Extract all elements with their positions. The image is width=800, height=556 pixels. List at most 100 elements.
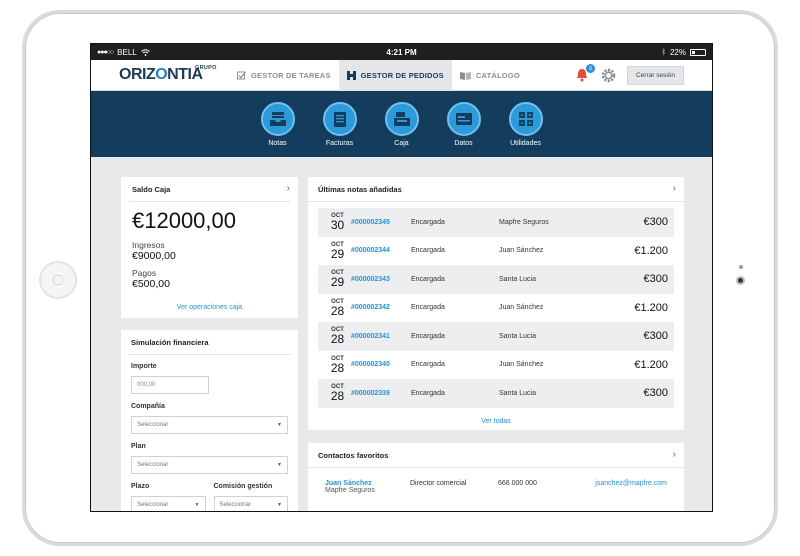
contact-name-block: Juan Sánchez Mapfre Seguros bbox=[325, 480, 410, 494]
nota-client: Mapfre Seguros bbox=[499, 218, 549, 226]
nota-row[interactable]: OCT 29 #000002344 Encargada Juan Sánchez … bbox=[318, 237, 674, 266]
toolbar-facturas[interactable]: Facturas bbox=[321, 102, 359, 157]
tab-catalogo[interactable]: CATÁLOGO bbox=[452, 60, 528, 91]
select-value: Seleccionar bbox=[137, 462, 169, 468]
nota-id-link[interactable]: #000002341 bbox=[351, 333, 411, 340]
book-icon bbox=[459, 71, 471, 80]
gear-icon[interactable] bbox=[600, 67, 617, 84]
nota-state: Encargada bbox=[411, 332, 445, 340]
importe-label: Importe bbox=[131, 363, 157, 370]
contact-row[interactable]: Juan Sánchez Mapfre Seguros Director com… bbox=[318, 468, 674, 494]
toolbar-datos[interactable]: Datos bbox=[445, 102, 483, 157]
top-navigation: GRUPO ORIZONTIA GESTOR DE TAREAS GESTOR … bbox=[91, 59, 712, 91]
nota-row[interactable]: OCT 28 #000002341 Encargada Santa Lucia €… bbox=[318, 322, 674, 351]
nota-id-link[interactable]: #000002344 bbox=[351, 247, 411, 254]
toolbar-button[interactable] bbox=[322, 102, 357, 136]
toolbar-button[interactable] bbox=[260, 102, 295, 136]
logout-button[interactable]: Cerrar sesión bbox=[626, 65, 684, 85]
status-time: 4:21 PM bbox=[386, 47, 417, 57]
nota-client: Santa Lucia bbox=[499, 332, 536, 340]
nota-amount: €1.200 bbox=[634, 358, 668, 371]
toolbar-button[interactable] bbox=[508, 102, 543, 136]
compania-select[interactable]: Seleccionar ▼ bbox=[131, 416, 288, 434]
ver-operaciones-link[interactable]: Ver operaciones caja bbox=[121, 304, 298, 311]
card-title: Contactos favoritos bbox=[318, 451, 389, 460]
nota-state: Encargada bbox=[411, 304, 445, 312]
home-button[interactable] bbox=[39, 261, 77, 299]
nota-id-link[interactable]: #000002345 bbox=[351, 219, 411, 226]
nota-client: Juan Sánchez bbox=[499, 361, 544, 369]
tab-gestor-tareas[interactable]: GESTOR DE TAREAS bbox=[229, 60, 339, 91]
notifications-button[interactable]: 9 bbox=[574, 64, 595, 83]
nota-client: Juan Sánchez bbox=[499, 304, 544, 312]
pagos-value: €500,00 bbox=[132, 278, 170, 290]
signal-icon: ●●●○○ bbox=[97, 48, 114, 56]
select-value: Seleccionar bbox=[137, 422, 169, 428]
cash-register-icon bbox=[393, 112, 410, 126]
toolbar-button[interactable] bbox=[384, 102, 419, 136]
select-value: Seleccionar bbox=[219, 502, 251, 508]
contact-role: Director comercial bbox=[410, 480, 467, 487]
grupo-orizontia-logo[interactable]: GRUPO ORIZONTIA bbox=[91, 65, 229, 84]
toolbar-button[interactable] bbox=[446, 102, 481, 136]
nota-row[interactable]: OCT 28 #000002340 Encargada Juan Sánchez … bbox=[318, 351, 674, 380]
toolbar-caja[interactable]: Caja bbox=[383, 102, 421, 157]
tab-label: GESTOR DE PEDIDOS bbox=[360, 70, 444, 80]
chevron-right-icon[interactable]: › bbox=[287, 183, 290, 194]
select-value: Seleccionar bbox=[137, 502, 169, 508]
nota-id-link[interactable]: #000002340 bbox=[351, 361, 411, 368]
toolbar-notas[interactable]: Notas bbox=[259, 102, 297, 157]
plazo-label: Plazo bbox=[131, 483, 150, 490]
logo-grupo: GRUPO bbox=[195, 65, 217, 71]
divider bbox=[129, 201, 290, 202]
battery-icon bbox=[690, 48, 706, 56]
plazo-select[interactable]: Seleccionar ▼ bbox=[131, 496, 206, 511]
toolbar-label: Utilidades bbox=[510, 140, 541, 147]
comision-select[interactable]: Seleccionar ▼ bbox=[213, 496, 288, 511]
wifi-icon bbox=[140, 48, 150, 56]
nota-amount: €1.200 bbox=[634, 301, 668, 314]
caret-down-icon: ▼ bbox=[277, 502, 282, 508]
date-day: 28 bbox=[330, 389, 345, 404]
contact-email-link[interactable]: jsanchez@mapfre.com bbox=[595, 480, 667, 494]
home-square-icon bbox=[53, 275, 63, 285]
ver-todas-link[interactable]: Ver todas bbox=[308, 418, 684, 425]
toolbar-utilidades[interactable]: Utilidades bbox=[507, 102, 545, 157]
tab-gestor-pedidos[interactable]: GESTOR DE PEDIDOS bbox=[338, 59, 452, 91]
data-card-icon bbox=[455, 113, 472, 125]
sensor-icon bbox=[739, 265, 743, 269]
pagos-label: Pagos bbox=[132, 268, 157, 278]
chevron-right-icon[interactable]: › bbox=[673, 449, 676, 460]
date-day: 29 bbox=[330, 275, 345, 290]
nota-id-link[interactable]: #000002339 bbox=[351, 390, 411, 397]
nota-state: Encargada bbox=[411, 275, 445, 283]
module-toolbar: Notas Facturas Caja Datos Utilidades bbox=[91, 91, 712, 157]
nota-row[interactable]: OCT 28 #000002342 Encargada Juan Sánchez … bbox=[318, 294, 674, 323]
nota-id-link[interactable]: #000002343 bbox=[351, 276, 411, 283]
nota-id-link[interactable]: #000002342 bbox=[351, 304, 411, 311]
plan-select[interactable]: Seleccionar ▼ bbox=[131, 456, 288, 474]
notifications-badge: 9 bbox=[585, 64, 595, 73]
ultimas-notas-card: Últimas notas añadidas › OCT 30 #00000234… bbox=[308, 177, 684, 430]
importe-input[interactable]: 000,00 bbox=[131, 376, 209, 394]
ingresos-value: €9000,00 bbox=[132, 250, 176, 262]
card-title: Últimas notas añadidas bbox=[318, 185, 402, 194]
bluetooth-icon: ᛒ bbox=[661, 48, 666, 56]
nota-date: OCT 29 bbox=[324, 242, 351, 260]
calculator-icon bbox=[518, 112, 533, 126]
ingresos-label: Ingresos bbox=[132, 240, 165, 250]
toolbar-label: Datos bbox=[454, 140, 473, 147]
card-title: Saldo Caja bbox=[132, 185, 171, 194]
nota-date: OCT 28 bbox=[324, 299, 351, 317]
nota-row[interactable]: OCT 30 #000002345 Encargada Mapfre Seguro… bbox=[318, 208, 674, 237]
logo-part-o: O bbox=[155, 66, 168, 83]
contact-name-link[interactable]: Juan Sánchez bbox=[325, 480, 410, 487]
app-screen: ●●●○○ BELL 4:21 PM ᛒ 22% GRUPO ORIZONTIA… bbox=[90, 43, 713, 512]
carrier-label: BELL bbox=[117, 47, 137, 57]
divider bbox=[308, 201, 684, 202]
chevron-right-icon[interactable]: › bbox=[673, 183, 676, 194]
nota-row[interactable]: OCT 29 #000002343 Encargada Santa Lucia €… bbox=[318, 265, 674, 294]
nota-amount: €1.200 bbox=[634, 244, 668, 257]
nota-date: OCT 28 bbox=[324, 384, 351, 402]
nota-row[interactable]: OCT 28 #000002339 Encargada Santa Lucia €… bbox=[318, 379, 674, 408]
